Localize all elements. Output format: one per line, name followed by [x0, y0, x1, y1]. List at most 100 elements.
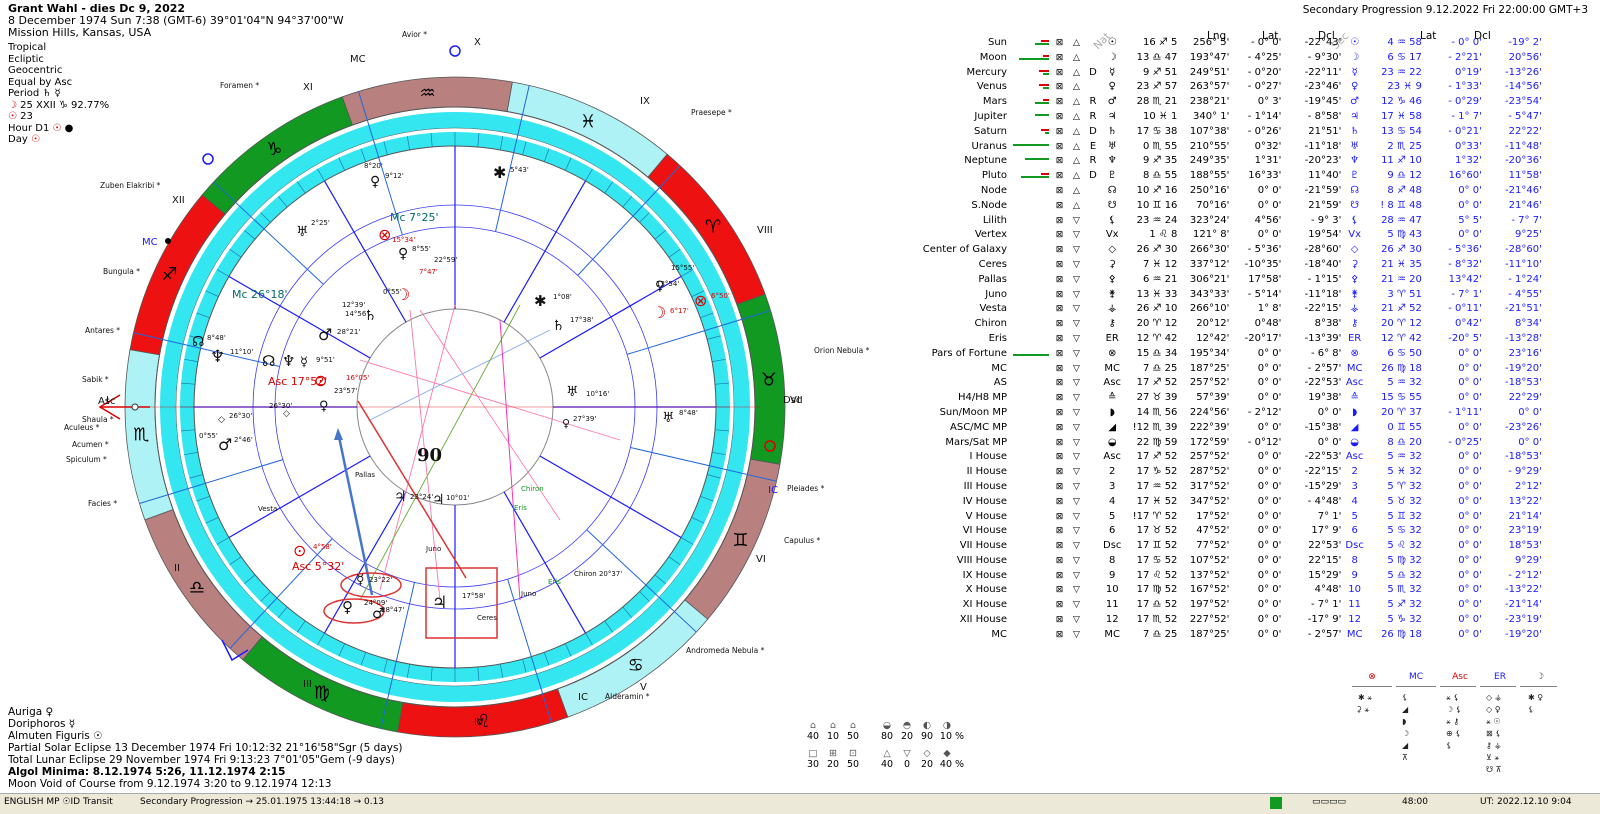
row-sec-pos: 5 ♓ 32: [1387, 466, 1422, 478]
table-row[interactable]: Mars ⊠ △ R ♂ 28 ♏ 21 238°21' 0° 3' -19°45' ♂ 12 ♑ …: [905, 95, 1544, 110]
fixed-star-label: Orion Nebula *: [814, 346, 870, 355]
table-row[interactable]: Neptune ⊠ △ R ♆ 9 ♐ 35 249°35' 1°31' -20°23' ♆ 11 …: [905, 154, 1544, 169]
planet-glyph: ♀: [342, 598, 353, 616]
row-latitude: - 1°14': [1247, 110, 1282, 122]
table-row[interactable]: Venus ⊠ △ ♀ 23 ♐ 57 263°57' - 0°27' -23°46' ♀ 23 …: [905, 80, 1544, 95]
table-row[interactable]: I House ⊠ ▽ Asc 17 ♐ 52 257°52' 0° 0' -22°53' As…: [905, 450, 1544, 465]
table-row[interactable]: AS ⊠ ▽ Asc 17 ♐ 52 257°52' 0° 0' -22°53' Asc 5 ♒ …: [905, 376, 1544, 391]
row-latitude: 0° 3': [1257, 96, 1282, 108]
table-row[interactable]: V House ⊠ ▽ 5 !17 ♈ 52 17°52' 0° 0' 7° 1' 5 5 ♊ 3…: [905, 510, 1544, 525]
row-zodiac-pos: 15 ♎ 34: [1136, 347, 1178, 359]
row-longitude: 172°59': [1189, 436, 1230, 448]
table-row[interactable]: Uranus ⊠ △ E ♅ 0 ♏ 55 210°55' 0°32' -11°18' ♅ 2 ♏ …: [905, 140, 1544, 155]
row-sec-latitude: 0° 0': [1458, 540, 1482, 552]
row-latitude: - 5°14': [1247, 288, 1282, 300]
row-strength-bar: [1011, 480, 1051, 495]
svg-text:◇ ♀: ◇ ♀: [1486, 705, 1501, 714]
row-longitude: 137°52': [1189, 569, 1230, 581]
table-row[interactable]: XI House ⊠ ▽ 11 17 ♎ 52 197°52' 0° 0' - 7° 1' 11…: [905, 598, 1544, 613]
table-row[interactable]: Node ⊠ △ ☊ 10 ♐ 16 250°16' 0° 0' -21°59' ☊ 8 ♐ 48…: [905, 184, 1544, 199]
row-longitude: 238°21': [1189, 96, 1230, 108]
table-row[interactable]: IV House ⊠ ▽ 4 17 ♓ 52 347°52' 0° 0' - 4°48' 4 5 …: [905, 495, 1544, 510]
table-row[interactable]: Center of Galaxy ⊠ ▽ ◇ 26 ♐ 30 266°30' - 5°36'…: [905, 243, 1544, 258]
table-row[interactable]: ASC/MC MP ⊠ ▽ ◢ !12 ♏ 39 222°39' 0° 0' -15°38' ◢…: [905, 421, 1544, 436]
chart-wheel[interactable]: ♐♏♎♍♌♋♊♉♈♓♒♑90XXIXIIIIIIIIIVVVIVIIVIIIIX…: [0, 22, 900, 792]
table-row[interactable]: H4/H8 MP ⊠ ▽ ≙ 27 ♉ 39 57°39' 0° 0' 19°38' ≙ 15 ♋…: [905, 391, 1544, 406]
row-sec-pos: 21 ♐ 52: [1381, 303, 1422, 315]
row-glyph: 8: [1109, 554, 1116, 566]
row-sec-declination: 11°58': [1508, 170, 1542, 182]
row-declination: -11°18': [1304, 288, 1342, 300]
row-strength-bar: [1011, 598, 1051, 613]
table-row[interactable]: S.Node ⊠ △ ☋ 10 ♊ 16 70°16' 0° 0' 21°59' ☋ ! 8 ♊ …: [905, 199, 1544, 214]
row-sec-declination: -23°26': [1505, 421, 1542, 433]
table-row[interactable]: VII House ⊠ ▽ Dsc 17 ♊ 52 77°52' 0° 0' 22°53' Ds…: [905, 539, 1544, 554]
table-row[interactable]: IX House ⊠ ▽ 9 17 ♌ 52 137°52' 0° 0' 15°29' 9 5 ♎…: [905, 569, 1544, 584]
chart-degree-label: 5°43': [510, 166, 529, 174]
row-element-icon: ▽: [1073, 378, 1080, 389]
table-row[interactable]: Eris ⊠ ▽ ER 12 ♈ 42 12°42' -20°17' -13°39' ER 12 …: [905, 332, 1544, 347]
table-row[interactable]: X House ⊠ ▽ 10 17 ♍ 52 167°52' 0° 0' 4°48' 10 5 ♏…: [905, 583, 1544, 598]
row-latitude: 0° 0': [1257, 614, 1282, 626]
table-row[interactable]: II House ⊠ ▽ 2 17 ♑ 52 287°52' 0° 0' -22°15' 2 5 …: [905, 465, 1544, 480]
row-glyph: ☊: [1107, 184, 1117, 196]
table-row[interactable]: Sun ⊠ △ ☉ 16 ♐ 5 256° 5' - 0° 0' -22°43' ☉ 4 ♒ 58…: [905, 36, 1544, 51]
table-row[interactable]: Vesta ⊠ ▽ ⚶ 26 ♐ 10 266°10' 1° 8' -22°15' ⚶ 21 ♐ …: [905, 302, 1544, 317]
zodiac-sign-glyph: ♓: [580, 112, 596, 133]
chart-degree-label: 8°55': [412, 245, 431, 253]
table-row[interactable]: MC ⊠ ▽ MC 7 ♎ 25 187°25' 0° 0' - 2°57' MC 26 ♍ 18…: [905, 362, 1544, 377]
zodiac-sign-glyph: ♉: [761, 370, 777, 391]
planet-glyph: ♅: [566, 384, 579, 400]
table-row[interactable]: Moon ⊠ △ ☽ 13 ♎ 47 193°47' - 4°25' - 9°30' ☽ 6 ♋ …: [905, 51, 1544, 66]
table-row[interactable]: Mercury ⊠ △ D ☿ 9 ♐ 51 249°51' - 0°20' -22°11' ☿ 2…: [905, 66, 1544, 81]
row-sec-latitude: 0° 0': [1458, 628, 1482, 640]
table-row[interactable]: Sun/Moon MP ⊠ ▽ ◗ 14 ♏ 56 224°56' - 2°12' 0° 0'…: [905, 406, 1544, 421]
row-sec-pos: 17 ♓ 58: [1381, 110, 1422, 122]
planet-glyph: ♀: [319, 399, 329, 414]
table-row[interactable]: XII House ⊠ ▽ 12 17 ♏ 52 227°52' 0° 0' -17° 9' 1…: [905, 613, 1544, 628]
table-row[interactable]: Mars/Sat MP ⊠ ▽ ◒ 22 ♍ 59 172°59' - 0°12' 0° 0'…: [905, 436, 1544, 451]
row-strength-bar: [1011, 95, 1051, 110]
row-strength-bar: [1011, 36, 1051, 51]
table-row[interactable]: Lilith ⊠ ▽ ⚸ 23 ♒ 24 323°24' 4°56' - 9° 3' ⚸ 28 ♒…: [905, 214, 1544, 229]
table-row[interactable]: Pluto ⊠ △ D ♇ 8 ♎ 55 188°55' 16°33' 11°40' ♇ 9 ♎ 1…: [905, 169, 1544, 184]
row-latitude: 1° 8': [1257, 303, 1282, 315]
table-row[interactable]: Saturn ⊠ △ D ♄ 17 ♋ 38 107°38' - 0°26' 21°51' ♄ 13…: [905, 125, 1544, 140]
row-longitude: 249°51': [1189, 66, 1230, 78]
row-aspect-icon: ⊠: [1055, 437, 1064, 448]
table-row[interactable]: III House ⊠ ▽ 3 17 ♒ 52 317°52' 0° 0' -15°29' 3 5…: [905, 480, 1544, 495]
table-row[interactable]: Chiron ⊠ ▽ ⚷ 20 ♈ 12 20°12' 0°48' 8°38' ⚷ 20 ♈ 12…: [905, 317, 1544, 332]
table-row[interactable]: MC ⊠ ▽ MC 7 ♎ 25 187°25' 0° 0' - 2°57' MC 26 ♍ 18…: [905, 628, 1544, 643]
row-sec-pos: 5 ♐ 32: [1387, 599, 1422, 611]
row-strength-bar: [1011, 628, 1051, 643]
svg-text:☽: ☽: [1402, 729, 1409, 738]
row-glyph: Asc: [1103, 451, 1121, 463]
table-row[interactable]: Pars of Fortune ⊠ ▽ ⊗ 15 ♎ 34 195°34' 0° 0' - 6…: [905, 347, 1544, 362]
table-row[interactable]: Juno ⊠ ▽ ⚵ 13 ♓ 33 343°33' - 5°14' -11°18' ⚵ 3 ♈ …: [905, 288, 1544, 303]
svg-text:✱ ♀: ✱ ♀: [1528, 693, 1543, 702]
table-row[interactable]: Vertex ⊠ ▽ Vx 1 ♌ 8 121° 8' 0° 0' 19°54' Vx 5 ♍ 4…: [905, 228, 1544, 243]
row-sec-glyph: ☿: [1351, 66, 1358, 78]
row-name: VI House: [962, 525, 1007, 537]
status-icons[interactable]: ▭▭▭▭: [1312, 797, 1346, 807]
row-sec-glyph: ◢: [1350, 421, 1359, 433]
table-row[interactable]: VI House ⊠ ▽ 6 17 ♉ 52 47°52' 0° 0' 17° 9' 6 5 ♋ …: [905, 524, 1544, 539]
row-element-icon: ▽: [1073, 304, 1080, 315]
row-longitude: 266°30': [1189, 244, 1230, 256]
row-strength-bar: [1011, 154, 1051, 169]
row-latitude: 0° 0': [1257, 392, 1282, 404]
table-row[interactable]: Ceres ⊠ ▽ ⚳ 7 ♓ 12 337°12' -10°35' -18°40' ⚳ 21 ♓…: [905, 258, 1544, 273]
fixed-star-label: Acumen *: [72, 440, 109, 449]
table-row[interactable]: Pallas ⊠ ▽ ⚴ 6 ♒ 21 306°21' 17°58' - 1°15' ⚴ 21 ♒…: [905, 273, 1544, 288]
row-longitude: 187°25': [1189, 362, 1230, 374]
row-element-icon: △: [1073, 82, 1080, 93]
row-aspect-icon: ⊠: [1055, 526, 1064, 537]
row-sec-declination: 9°25': [1515, 229, 1542, 241]
house-label: IX: [640, 96, 650, 107]
row-zodiac-pos: 17 ♌ 52: [1136, 569, 1178, 581]
zodiac-sign-glyph: ♋: [628, 655, 644, 676]
table-row[interactable]: VIII House ⊠ ▽ 8 17 ♋ 52 107°52' 0° 0' 22°15' 8 5…: [905, 554, 1544, 569]
row-motion-flag: [1085, 317, 1101, 332]
row-sec-latitude: 0° 0': [1458, 229, 1482, 241]
table-row[interactable]: Jupiter ⊠ △ R ♃ 10 ♓ 1 340° 1' - 1°14' - 8°58' ♃ 1…: [905, 110, 1544, 125]
